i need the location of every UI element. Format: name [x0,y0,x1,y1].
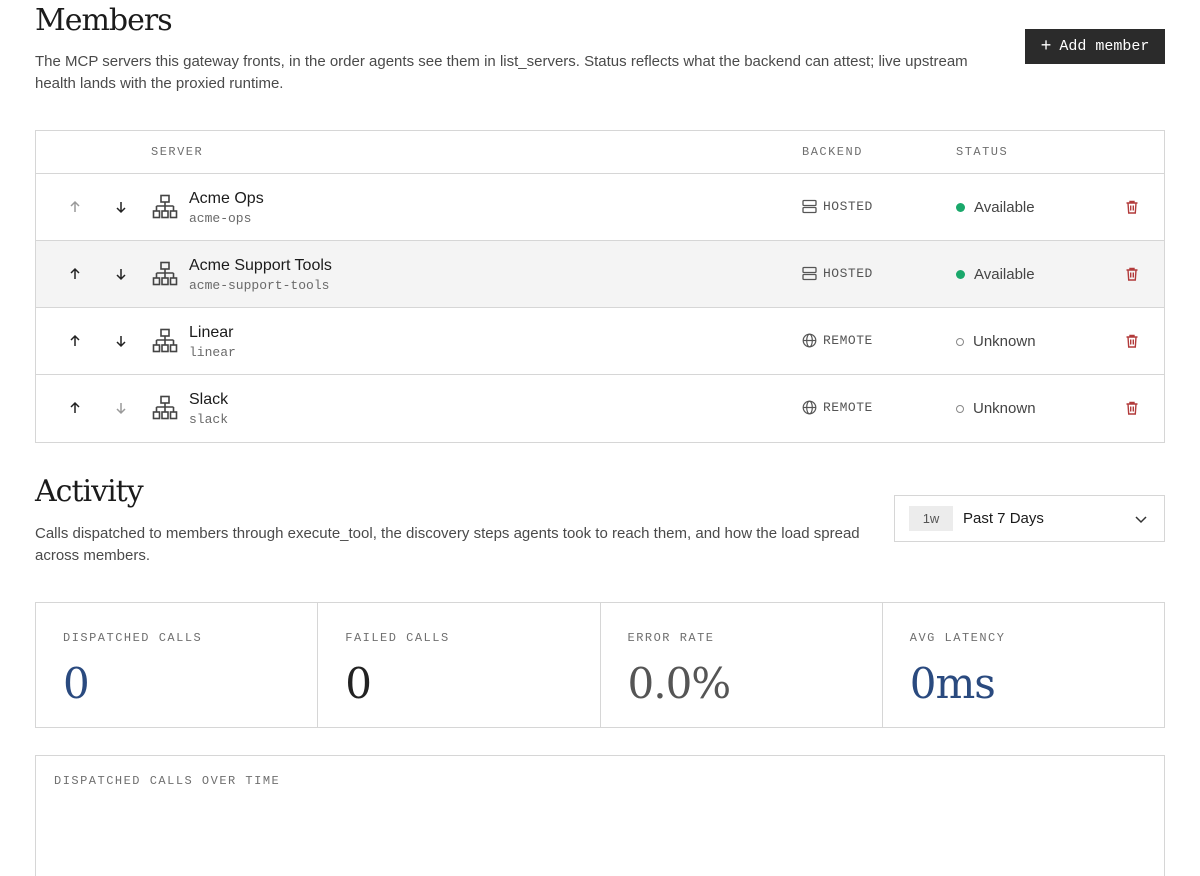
add-member-button[interactable]: + Add member [1025,29,1165,64]
metric-failed-calls: FAILED CALLS 0 [318,603,601,727]
backend-label: REMOTE [823,400,873,415]
server-network-icon [152,395,178,421]
metric-avg-latency: AVG LATENCY 0ms [883,603,1164,727]
status-dot-icon [956,270,965,279]
backend-badge: REMOTE [802,333,873,348]
chart-title: DISPATCHED CALLS OVER TIME [54,774,281,788]
server-icon [802,266,817,281]
server-name: Slack [189,391,229,408]
backend-label: REMOTE [823,333,873,348]
arrow-down-icon[interactable] [113,333,129,349]
status-dot-icon [956,203,965,212]
server-name: Linear [189,324,234,341]
status-badge: Unknown [956,400,1036,417]
server-slug: slack [189,412,229,427]
status-badge: Unknown [956,333,1036,350]
activity-description: Calls dispatched to members through exec… [35,525,860,564]
table-row[interactable]: Acme Support Tools acme-support-tools HOST… [36,241,1164,308]
server-name: Acme Support Tools [189,257,332,274]
backend-label: HOSTED [823,266,873,281]
status-label: Unknown [973,333,1036,350]
activity-title: Activity [35,474,144,509]
server-network-icon [152,261,178,287]
arrow-up-icon[interactable] [67,400,83,416]
trash-icon[interactable] [1124,400,1140,416]
metric-label: FAILED CALLS [345,631,450,645]
time-range-short: 1w [909,506,953,531]
members-table: SERVER BACKEND STATUS Acme Ops acme-ops HO… [35,130,1165,443]
arrow-up-icon[interactable] [67,266,83,282]
globe-icon [802,400,817,415]
table-row[interactable]: Linear linear REMOTE Unknown [36,308,1164,375]
metrics-row: DISPATCHED CALLS 0 FAILED CALLS 0 ERROR … [35,602,1165,728]
metric-label: AVG LATENCY [909,631,1006,645]
metric-error-rate: ERROR RATE 0.0% [601,603,883,727]
arrow-down-icon[interactable] [113,400,129,416]
trash-icon[interactable] [1124,266,1140,282]
metric-value: 0.0% [627,659,732,708]
server-slug: acme-ops [189,211,252,226]
arrow-down-icon[interactable] [113,266,129,282]
status-badge: Available [956,266,1035,283]
server-network-icon [152,194,178,220]
server-icon [802,199,817,214]
metric-label: ERROR RATE [627,631,715,645]
status-label: Available [974,199,1035,216]
server-network-icon [152,328,178,354]
backend-badge: REMOTE [802,400,873,415]
members-description: The MCP servers this gateway fronts, in … [35,53,968,92]
table-header: SERVER BACKEND STATUS [36,131,1164,174]
backend-badge: HOSTED [802,266,873,281]
server-name: Acme Ops [189,190,264,207]
time-range-label: Past 7 Days [963,510,1044,527]
metric-dispatched-calls: DISPATCHED CALLS 0 [36,603,319,727]
backend-badge: HOSTED [802,199,873,214]
time-range-select[interactable]: 1w Past 7 Days [894,495,1165,542]
table-row[interactable]: Acme Ops acme-ops HOSTED Available [36,174,1164,241]
trash-icon[interactable] [1124,333,1140,349]
members-title: Members [35,3,173,38]
server-slug: linear [189,345,236,360]
metric-value: 0 [63,659,90,708]
status-dot-icon [956,337,964,346]
status-dot-icon [956,404,964,413]
metric-value: 0 [345,659,372,708]
metric-value: 0ms [909,659,996,708]
status-badge: Available [956,199,1035,216]
dispatched-calls-chart: DISPATCHED CALLS OVER TIME [35,755,1165,876]
column-server: SERVER [151,145,204,159]
metric-label: DISPATCHED CALLS [63,631,203,645]
status-label: Unknown [973,400,1036,417]
server-slug: acme-support-tools [189,278,330,293]
arrow-up-icon[interactable] [67,199,83,215]
table-row[interactable]: Slack slack REMOTE Unknown [36,375,1164,442]
trash-icon[interactable] [1124,199,1140,215]
column-backend: BACKEND [802,145,863,159]
add-member-label: Add member [1059,38,1150,55]
status-label: Available [974,266,1035,283]
chevron-down-icon [1135,516,1147,524]
column-status: STATUS [956,145,1009,159]
backend-label: HOSTED [823,199,873,214]
globe-icon [802,333,817,348]
arrow-up-icon[interactable] [67,333,83,349]
plus-icon: + [1040,36,1052,57]
arrow-down-icon[interactable] [113,199,129,215]
